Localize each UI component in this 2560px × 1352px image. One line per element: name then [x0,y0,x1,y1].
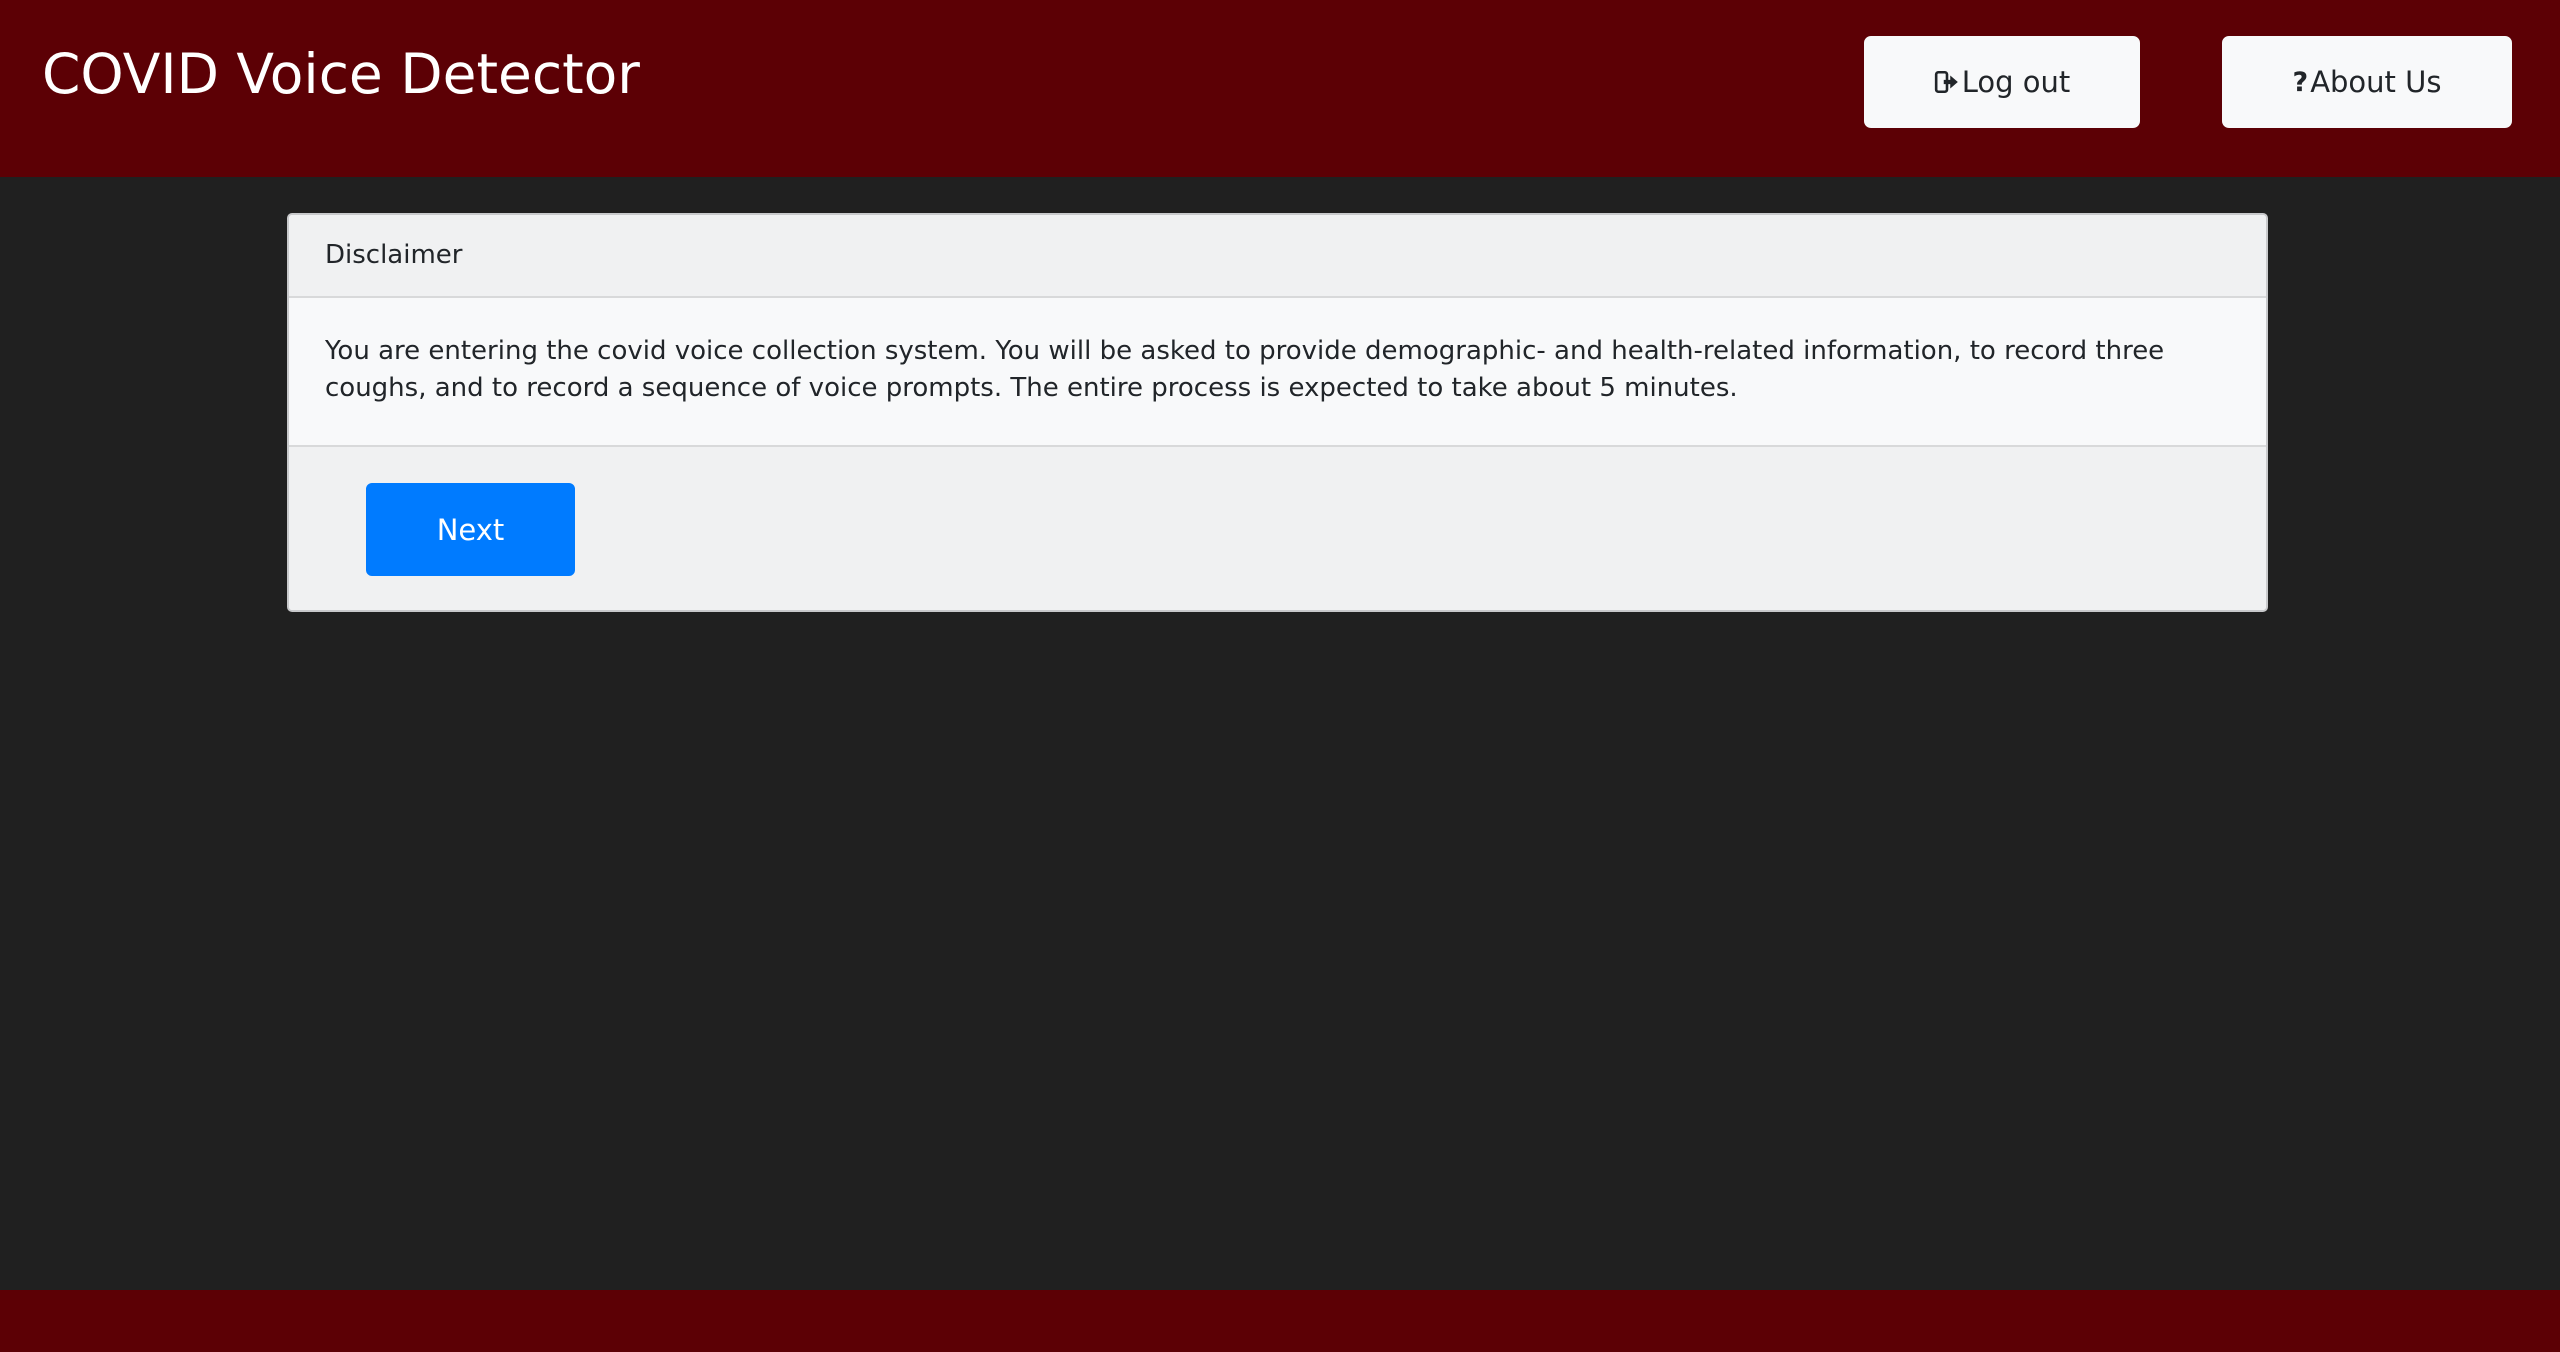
logout-button[interactable]: Log out [1864,36,2140,128]
page-footer [0,1290,2560,1352]
next-button[interactable]: Next [366,483,575,576]
about-us-button[interactable]: ? About Us [2222,36,2512,128]
top-header: COVID Voice Detector Log out ? About Us [0,0,2560,177]
card-footer: Next [289,445,2266,610]
card-title: Disclaimer [325,240,463,270]
about-us-label: About Us [2310,65,2442,99]
logout-label: Log out [1961,65,2071,99]
sign-out-icon [1934,69,1960,95]
card-header: Disclaimer [289,215,2266,298]
app-title: COVID Voice Detector [42,42,640,106]
question-icon: ? [2292,66,2309,98]
disclaimer-text: You are entering the covid voice collect… [325,336,2165,403]
disclaimer-card: Disclaimer You are entering the covid vo… [287,213,2268,612]
